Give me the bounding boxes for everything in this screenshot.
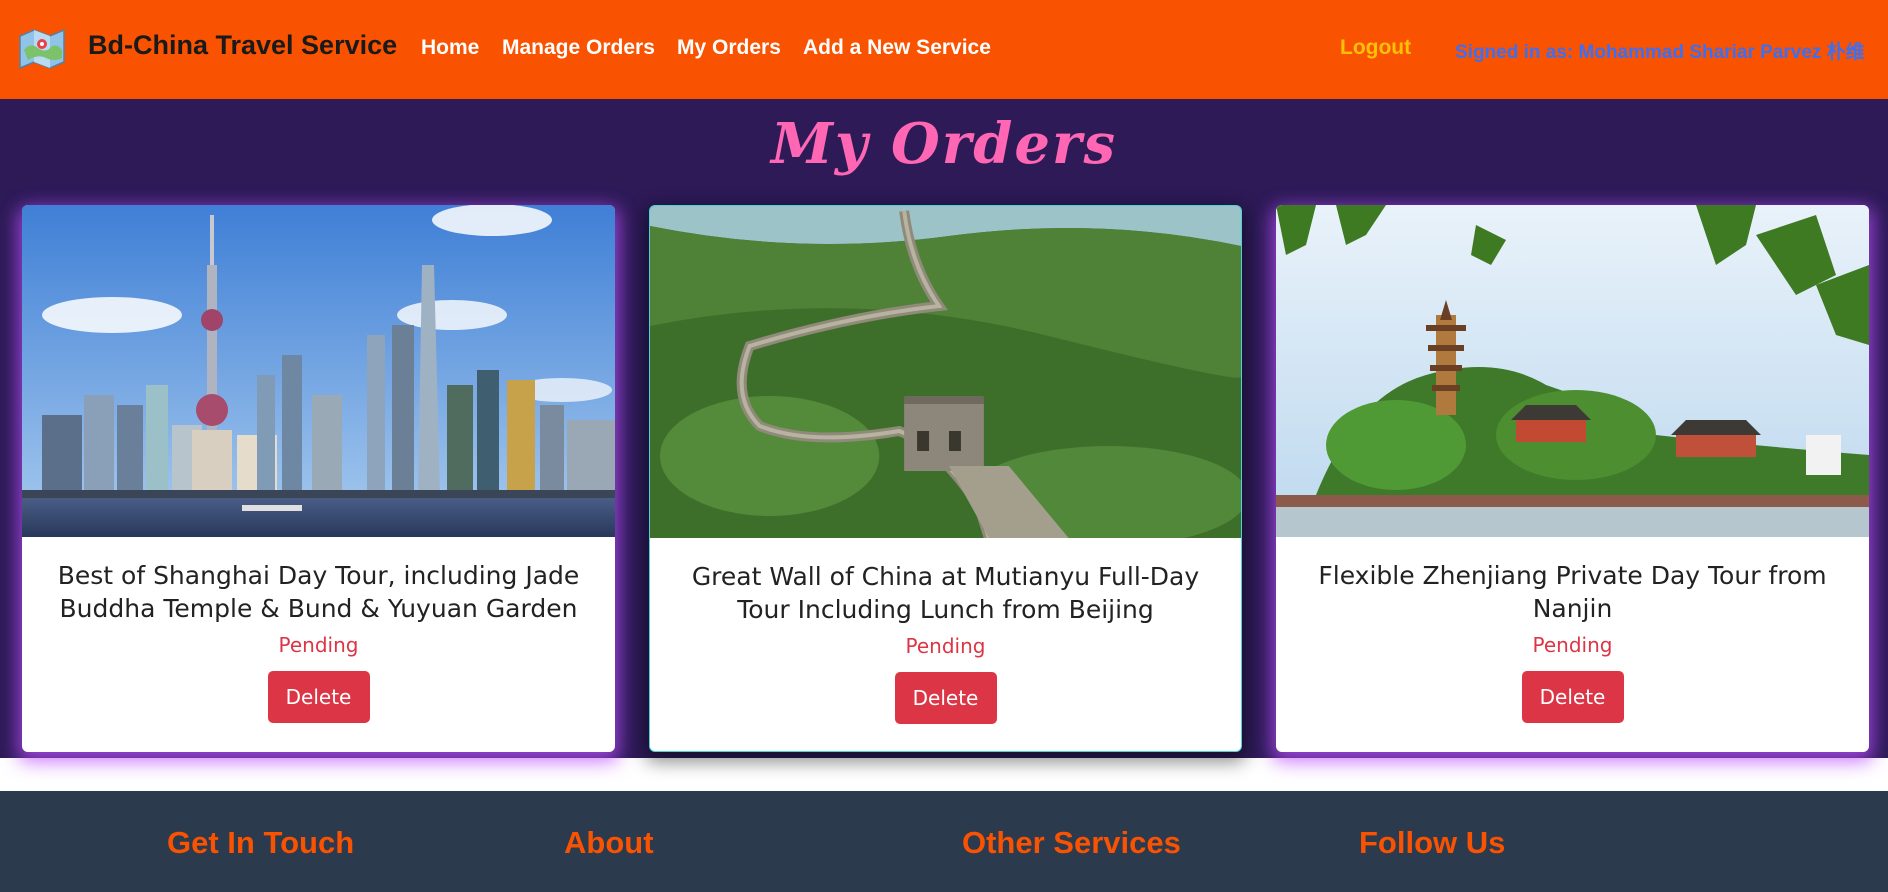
nav-manage-orders[interactable]: Manage Orders: [502, 36, 655, 60]
signed-in-user: Signed in as: Mohammad Shariar Parvez 朴维: [1455, 42, 1865, 63]
nav-my-orders[interactable]: My Orders: [677, 36, 781, 60]
nav-home[interactable]: Home: [421, 36, 479, 60]
order-status: Pending: [905, 634, 986, 658]
map-logo-icon[interactable]: [18, 28, 66, 70]
zhenjiang-pagoda-image: [1276, 205, 1869, 537]
delete-order-button[interactable]: Delete: [1521, 671, 1624, 723]
top-navbar: Bd-China Travel Service Home Manage Orde…: [0, 0, 1888, 99]
order-title: Great Wall of China at Mutianyu Full-Day…: [691, 562, 1200, 624]
order-card: Great Wall of China at Mutianyu Full-Day…: [649, 205, 1242, 752]
order-card: Best of Shanghai Day Tour, including Jad…: [22, 205, 615, 752]
footer: Get In Touch About Other Services Follow…: [0, 791, 1888, 892]
page-title: My Orders: [770, 111, 1118, 177]
order-title: Best of Shanghai Day Tour, including Jad…: [57, 561, 580, 623]
footer-heading-other-services: Other Services: [962, 825, 1181, 860]
great-wall-image: [650, 206, 1241, 538]
shanghai-skyline-image: [22, 205, 615, 537]
order-title: Flexible Zhenjiang Private Day Tour from…: [1318, 561, 1827, 623]
order-status: Pending: [278, 633, 359, 657]
orders-section: My Orders Best of Shanghai Day Tour, inc…: [0, 99, 1888, 758]
footer-heading-get-in-touch: Get In Touch: [167, 825, 355, 860]
footer-heading-about: About: [564, 825, 654, 860]
order-card: Flexible Zhenjiang Private Day Tour from…: [1276, 205, 1869, 752]
brand-name[interactable]: Bd-China Travel Service: [88, 30, 397, 61]
footer-heading-follow-us: Follow Us: [1359, 825, 1506, 860]
order-status: Pending: [1532, 633, 1613, 657]
delete-order-button[interactable]: Delete: [894, 672, 997, 724]
logout-button[interactable]: Logout: [1340, 36, 1411, 60]
nav-add-service[interactable]: Add a New Service: [803, 36, 991, 60]
delete-order-button[interactable]: Delete: [267, 671, 370, 723]
